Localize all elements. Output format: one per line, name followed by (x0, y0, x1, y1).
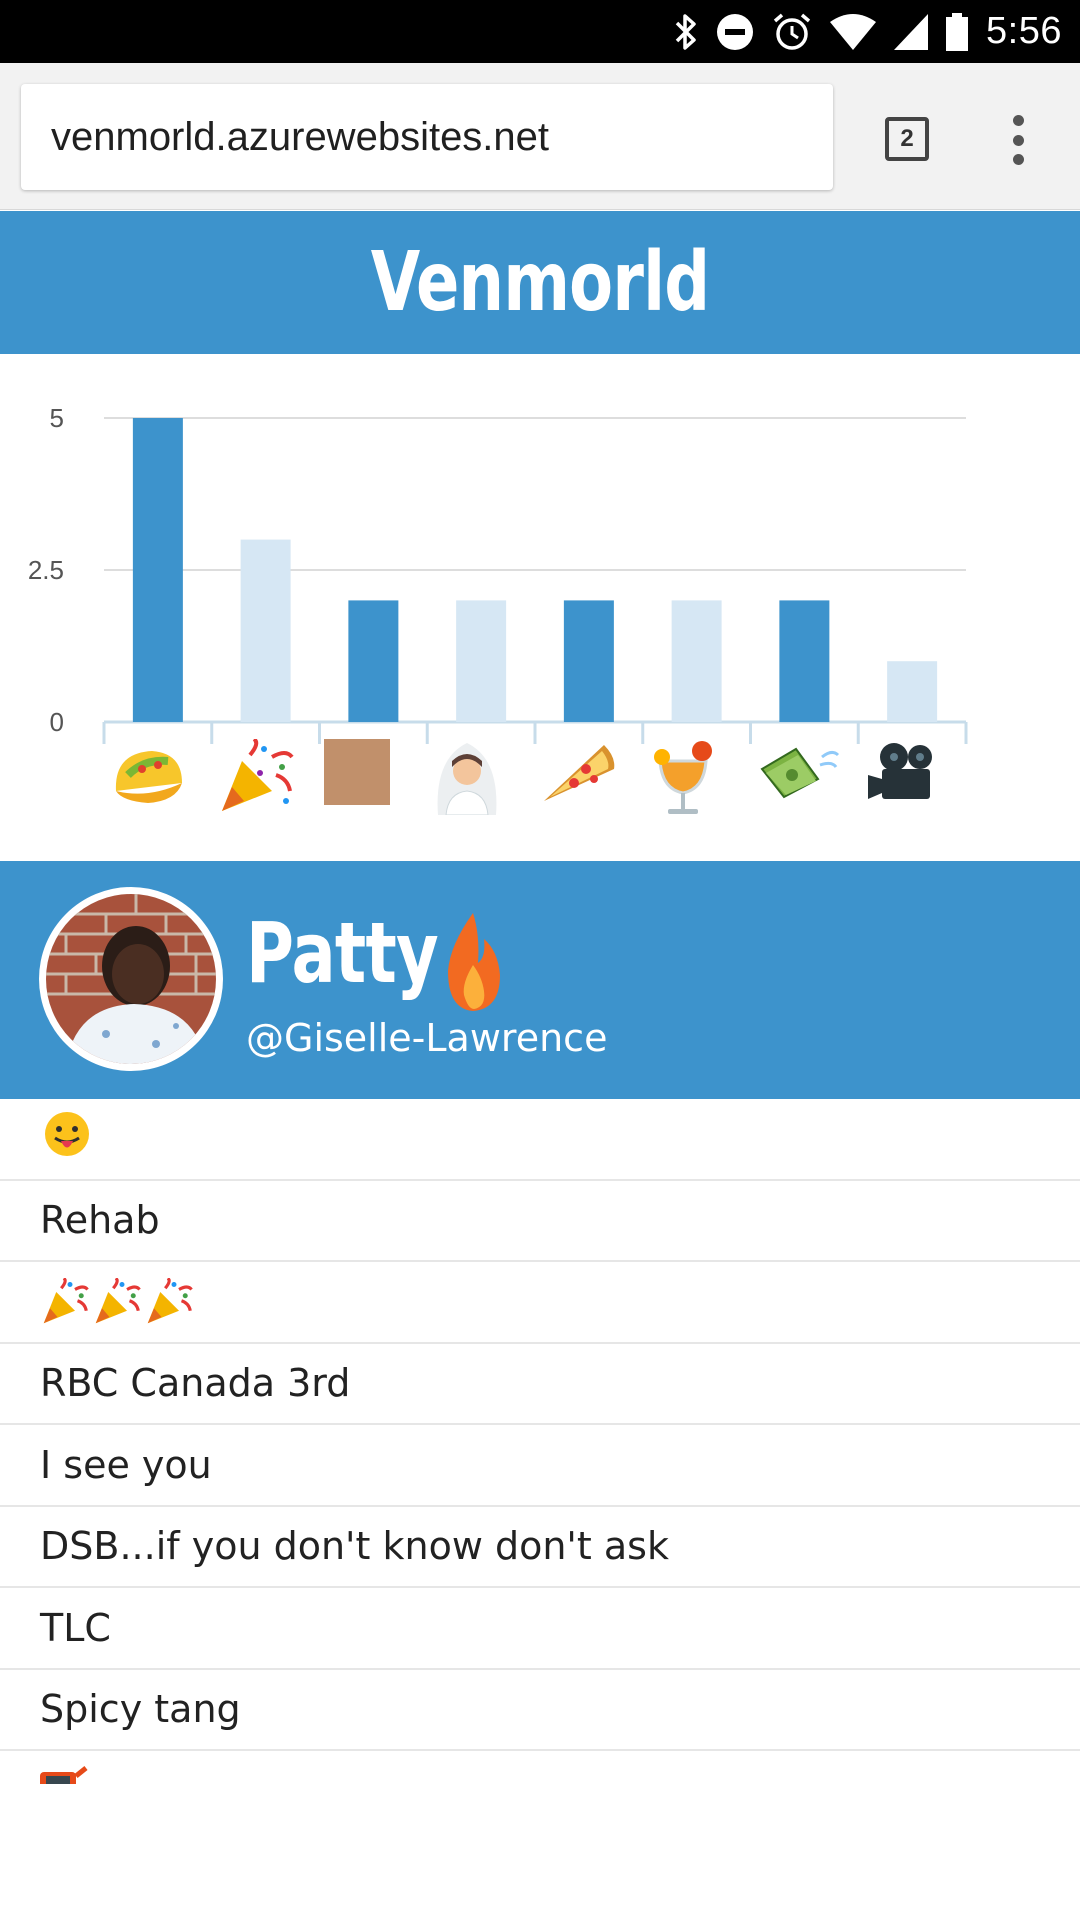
tongue-face-icon (40, 1110, 94, 1167)
status-time: 5:56 (986, 10, 1062, 52)
brown-square-icon (324, 739, 424, 829)
profile-handle: @Giselle-Lawrence (246, 1016, 608, 1060)
list-item[interactable]: I see you (0, 1425, 1080, 1507)
list-item[interactable]: RBC Canada 3rd (0, 1344, 1080, 1425)
y-tick-label: 2.5 (28, 555, 64, 585)
message-text: I see you (40, 1442, 212, 1487)
site-header: Venmorld (0, 211, 1080, 354)
profile-banner: Patty @Giselle-Lawrence (0, 861, 1080, 1099)
avatar-photo (46, 894, 216, 1064)
bride-icon (432, 739, 532, 829)
bar-pizza (563, 600, 614, 722)
tab-switcher-button[interactable]: 2 (885, 117, 929, 161)
bar-party-popper (240, 539, 291, 722)
message-text: Rehab (40, 1198, 160, 1243)
list-item[interactable] (0, 1099, 1080, 1181)
status-bar: 5:56 (0, 0, 1080, 63)
site-title: Venmorld (370, 235, 710, 330)
more-vert-icon[interactable] (1010, 115, 1026, 165)
signal-icon (894, 13, 929, 50)
party-popper-icon (40, 1277, 194, 1326)
do-not-disturb-icon (716, 13, 754, 51)
fire-icon (440, 913, 506, 1017)
message-text: Spicy tang (40, 1687, 241, 1732)
browser-toolbar: venmorld.azurewebsites.net 2 (0, 63, 1080, 210)
url-text: venmorld.azurewebsites.net (51, 115, 550, 159)
emoji-bar-chart: 0 2.5 5 (0, 354, 1080, 860)
y-tick-label: 0 (50, 707, 64, 737)
bar-tropical-drink (671, 600, 722, 722)
movie-camera-icon (864, 739, 964, 829)
battery-icon (946, 12, 969, 51)
profile-name: Patty (246, 904, 439, 1002)
wifi-icon (830, 13, 877, 50)
list-item[interactable]: Spicy tang (0, 1670, 1080, 1751)
address-bar[interactable]: venmorld.azurewebsites.net (21, 84, 833, 190)
bar-money-with-wings (779, 600, 830, 722)
bar-bride (456, 600, 507, 722)
bar-taco (132, 418, 183, 722)
money-with-wings-icon (756, 739, 856, 829)
message-text: TLC (40, 1605, 111, 1650)
tropical-drink-icon (648, 739, 748, 829)
bar-brown-square (348, 600, 399, 722)
bluetooth-icon (674, 12, 698, 52)
list-item[interactable]: TLC (0, 1588, 1080, 1670)
message-text: DSB...if you don't know don't ask (40, 1524, 669, 1569)
list-item[interactable] (0, 1262, 1080, 1344)
pizza-icon (540, 739, 640, 829)
list-item[interactable]: Rehab (0, 1181, 1080, 1262)
avatar[interactable] (39, 887, 223, 1071)
partial-emoji-icon (40, 1766, 90, 1784)
bar-movie-camera (887, 661, 938, 722)
list-item[interactable]: DSB...if you don't know don't ask (0, 1507, 1080, 1588)
alarm-icon (772, 12, 812, 52)
party-popper-icon (216, 739, 316, 829)
message-list: Rehab RBC Canada 3rd I see you DSB...if … (0, 1099, 1080, 1751)
status-icons: 5:56 (674, 0, 1062, 63)
y-tick-label: 5 (50, 403, 64, 433)
taco-icon (108, 739, 208, 829)
message-text: RBC Canada 3rd (40, 1361, 351, 1406)
